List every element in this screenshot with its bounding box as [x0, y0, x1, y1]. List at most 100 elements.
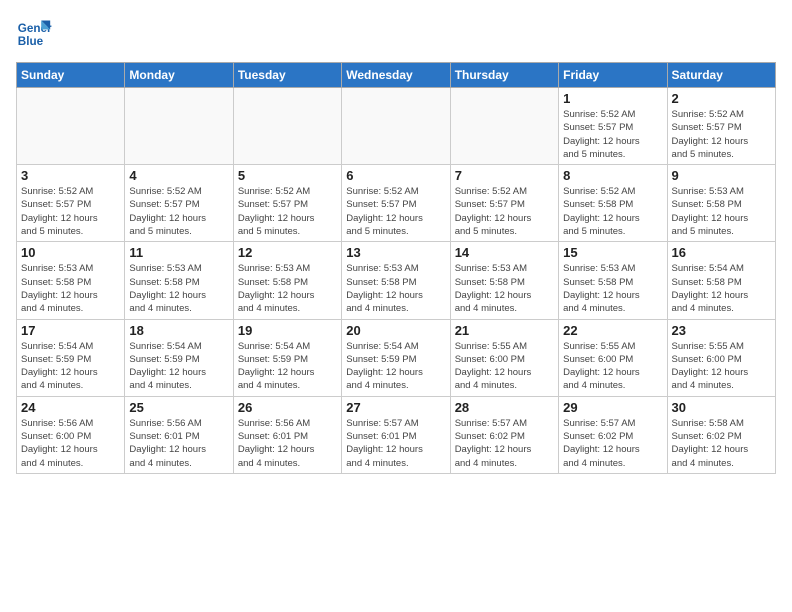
day-number: 27 — [346, 400, 445, 415]
calendar-day-cell: 16 Sunrise: 5:54 AM Sunset: 5:58 PM Dayli… — [667, 242, 775, 319]
calendar-day-cell: 3 Sunrise: 5:52 AM Sunset: 5:57 PM Daylig… — [17, 165, 125, 242]
weekday-header: Tuesday — [233, 63, 341, 88]
day-number: 7 — [455, 168, 554, 183]
day-number: 22 — [563, 323, 662, 338]
calendar-day-cell: 26 Sunrise: 5:56 AM Sunset: 6:01 PM Dayli… — [233, 396, 341, 473]
day-info: Sunrise: 5:54 AM Sunset: 5:58 PM Dayligh… — [672, 262, 771, 315]
day-number: 8 — [563, 168, 662, 183]
day-number: 26 — [238, 400, 337, 415]
calendar-day-cell: 25Sunrise: 5:56 AM Sunset: 6:01 PM Dayli… — [125, 396, 233, 473]
calendar-table: SundayMondayTuesdayWednesdayThursdayFrid… — [16, 62, 776, 474]
day-info: Sunrise: 5:53 AM Sunset: 5:58 PM Dayligh… — [21, 262, 120, 315]
day-number: 10 — [21, 245, 120, 260]
calendar-day-cell: 24 Sunrise: 5:56 AM Sunset: 6:00 PM Dayli… — [17, 396, 125, 473]
weekday-header: Thursday — [450, 63, 558, 88]
calendar-day-cell: 2Sunrise: 5:52 AM Sunset: 5:57 PM Daylig… — [667, 88, 775, 165]
calendar-day-cell: 4Sunrise: 5:52 AM Sunset: 5:57 PM Daylig… — [125, 165, 233, 242]
calendar-header-row: SundayMondayTuesdayWednesdayThursdayFrid… — [17, 63, 776, 88]
logo: General Blue — [16, 16, 56, 52]
logo-icon: General Blue — [16, 16, 52, 52]
page-header: General Blue — [16, 16, 776, 52]
calendar-day-cell: 21 Sunrise: 5:55 AM Sunset: 6:00 PM Dayli… — [450, 319, 558, 396]
calendar-day-cell: 27 Sunrise: 5:57 AM Sunset: 6:01 PM Dayli… — [342, 396, 450, 473]
calendar-week-row: 3 Sunrise: 5:52 AM Sunset: 5:57 PM Daylig… — [17, 165, 776, 242]
calendar-day-cell: 1 Sunrise: 5:52 AM Sunset: 5:57 PM Daylig… — [559, 88, 667, 165]
day-info: Sunrise: 5:55 AM Sunset: 6:00 PM Dayligh… — [455, 340, 554, 393]
day-number: 19 — [238, 323, 337, 338]
calendar-day-cell: 15 Sunrise: 5:53 AM Sunset: 5:58 PM Dayli… — [559, 242, 667, 319]
weekday-header: Monday — [125, 63, 233, 88]
calendar-day-cell: 11 Sunrise: 5:53 AM Sunset: 5:58 PM Dayli… — [125, 242, 233, 319]
weekday-header: Sunday — [17, 63, 125, 88]
day-number: 30 — [672, 400, 771, 415]
calendar-day-cell: 20Sunrise: 5:54 AM Sunset: 5:59 PM Dayli… — [342, 319, 450, 396]
day-info: Sunrise: 5:53 AM Sunset: 5:58 PM Dayligh… — [672, 185, 771, 238]
calendar-day-cell: 5Sunrise: 5:52 AM Sunset: 5:57 PM Daylig… — [233, 165, 341, 242]
calendar-day-cell: 12Sunrise: 5:53 AM Sunset: 5:58 PM Dayli… — [233, 242, 341, 319]
calendar-week-row: 1 Sunrise: 5:52 AM Sunset: 5:57 PM Daylig… — [17, 88, 776, 165]
day-info: Sunrise: 5:55 AM Sunset: 6:00 PM Dayligh… — [672, 340, 771, 393]
calendar-day-cell: 29 Sunrise: 5:57 AM Sunset: 6:02 PM Dayli… — [559, 396, 667, 473]
day-number: 13 — [346, 245, 445, 260]
calendar-day-cell — [233, 88, 341, 165]
day-info: Sunrise: 5:54 AM Sunset: 5:59 PM Dayligh… — [129, 340, 228, 393]
day-number: 3 — [21, 168, 120, 183]
day-number: 21 — [455, 323, 554, 338]
day-info: Sunrise: 5:56 AM Sunset: 6:00 PM Dayligh… — [21, 417, 120, 470]
calendar-day-cell: 19 Sunrise: 5:54 AM Sunset: 5:59 PM Dayli… — [233, 319, 341, 396]
calendar-day-cell — [125, 88, 233, 165]
day-info: Sunrise: 5:53 AM Sunset: 5:58 PM Dayligh… — [346, 262, 445, 315]
calendar-day-cell: 18 Sunrise: 5:54 AM Sunset: 5:59 PM Dayli… — [125, 319, 233, 396]
day-number: 25 — [129, 400, 228, 415]
day-info: Sunrise: 5:52 AM Sunset: 5:58 PM Dayligh… — [563, 185, 662, 238]
calendar-day-cell: 23 Sunrise: 5:55 AM Sunset: 6:00 PM Dayli… — [667, 319, 775, 396]
day-info: Sunrise: 5:57 AM Sunset: 6:02 PM Dayligh… — [455, 417, 554, 470]
svg-text:Blue: Blue — [18, 35, 44, 48]
day-info: Sunrise: 5:53 AM Sunset: 5:58 PM Dayligh… — [455, 262, 554, 315]
calendar-day-cell: 30 Sunrise: 5:58 AM Sunset: 6:02 PM Dayli… — [667, 396, 775, 473]
day-number: 6 — [346, 168, 445, 183]
day-number: 23 — [672, 323, 771, 338]
day-info: Sunrise: 5:54 AM Sunset: 5:59 PM Dayligh… — [238, 340, 337, 393]
day-info: Sunrise: 5:58 AM Sunset: 6:02 PM Dayligh… — [672, 417, 771, 470]
day-info: Sunrise: 5:52 AM Sunset: 5:57 PM Dayligh… — [346, 185, 445, 238]
calendar-day-cell: 17Sunrise: 5:54 AM Sunset: 5:59 PM Dayli… — [17, 319, 125, 396]
calendar-week-row: 24 Sunrise: 5:56 AM Sunset: 6:00 PM Dayli… — [17, 396, 776, 473]
day-number: 18 — [129, 323, 228, 338]
day-info: Sunrise: 5:52 AM Sunset: 5:57 PM Dayligh… — [455, 185, 554, 238]
calendar-day-cell: 14Sunrise: 5:53 AM Sunset: 5:58 PM Dayli… — [450, 242, 558, 319]
day-info: Sunrise: 5:52 AM Sunset: 5:57 PM Dayligh… — [672, 108, 771, 161]
day-number: 16 — [672, 245, 771, 260]
day-info: Sunrise: 5:57 AM Sunset: 6:01 PM Dayligh… — [346, 417, 445, 470]
day-number: 24 — [21, 400, 120, 415]
calendar-day-cell: 13 Sunrise: 5:53 AM Sunset: 5:58 PM Dayli… — [342, 242, 450, 319]
weekday-header: Friday — [559, 63, 667, 88]
day-number: 28 — [455, 400, 554, 415]
calendar-week-row: 17Sunrise: 5:54 AM Sunset: 5:59 PM Dayli… — [17, 319, 776, 396]
weekday-header: Wednesday — [342, 63, 450, 88]
day-info: Sunrise: 5:56 AM Sunset: 6:01 PM Dayligh… — [238, 417, 337, 470]
calendar-day-cell — [342, 88, 450, 165]
day-number: 29 — [563, 400, 662, 415]
day-info: Sunrise: 5:57 AM Sunset: 6:02 PM Dayligh… — [563, 417, 662, 470]
calendar-day-cell: 7 Sunrise: 5:52 AM Sunset: 5:57 PM Daylig… — [450, 165, 558, 242]
day-info: Sunrise: 5:52 AM Sunset: 5:57 PM Dayligh… — [21, 185, 120, 238]
calendar-day-cell: 22 Sunrise: 5:55 AM Sunset: 6:00 PM Dayli… — [559, 319, 667, 396]
day-info: Sunrise: 5:53 AM Sunset: 5:58 PM Dayligh… — [129, 262, 228, 315]
calendar-day-cell — [450, 88, 558, 165]
weekday-header: Saturday — [667, 63, 775, 88]
calendar-week-row: 10 Sunrise: 5:53 AM Sunset: 5:58 PM Dayli… — [17, 242, 776, 319]
calendar-day-cell — [17, 88, 125, 165]
day-number: 12 — [238, 245, 337, 260]
calendar-day-cell: 6 Sunrise: 5:52 AM Sunset: 5:57 PM Daylig… — [342, 165, 450, 242]
day-number: 15 — [563, 245, 662, 260]
day-info: Sunrise: 5:52 AM Sunset: 5:57 PM Dayligh… — [238, 185, 337, 238]
day-info: Sunrise: 5:53 AM Sunset: 5:58 PM Dayligh… — [563, 262, 662, 315]
day-info: Sunrise: 5:52 AM Sunset: 5:57 PM Dayligh… — [563, 108, 662, 161]
day-number: 11 — [129, 245, 228, 260]
day-info: Sunrise: 5:55 AM Sunset: 6:00 PM Dayligh… — [563, 340, 662, 393]
day-info: Sunrise: 5:52 AM Sunset: 5:57 PM Dayligh… — [129, 185, 228, 238]
day-info: Sunrise: 5:54 AM Sunset: 5:59 PM Dayligh… — [21, 340, 120, 393]
calendar-day-cell: 10 Sunrise: 5:53 AM Sunset: 5:58 PM Dayli… — [17, 242, 125, 319]
day-number: 1 — [563, 91, 662, 106]
